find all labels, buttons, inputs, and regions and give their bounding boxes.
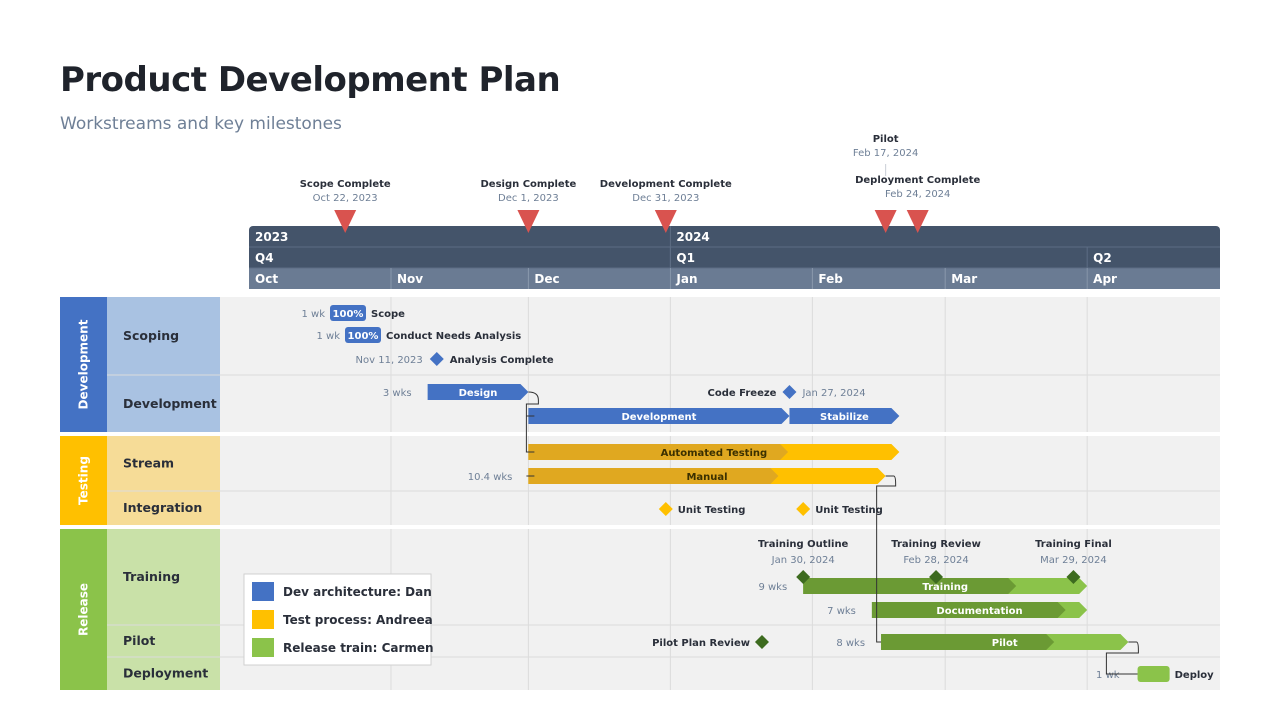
task-label: Automated Testing <box>661 448 768 459</box>
header-milestone-date: Feb 17, 2024 <box>853 148 918 159</box>
legend-swatch <box>252 582 274 601</box>
task-label: Stabilize <box>820 412 869 423</box>
group-label: Testing <box>77 456 91 505</box>
row-label: Training <box>123 569 180 584</box>
milestone-label: Training Review <box>891 539 981 550</box>
milestone-label: Training Final <box>1035 539 1112 550</box>
month-label: Apr <box>1093 272 1117 286</box>
task-label: Design <box>459 388 498 399</box>
month-label: Feb <box>818 272 843 286</box>
header-milestone-date: Dec 31, 2023 <box>632 193 699 204</box>
duration-label: 8 wks <box>836 638 865 649</box>
task-label: Development <box>621 412 696 423</box>
group-label: Release <box>77 583 91 636</box>
row-label: Pilot <box>123 633 155 648</box>
year-label: 2024 <box>676 230 709 244</box>
header-milestone-date: Oct 22, 2023 <box>313 193 378 204</box>
milestone-label: Training Outline <box>758 539 849 550</box>
group-label: Development <box>77 319 91 409</box>
row-label: Integration <box>123 500 202 515</box>
legend-swatch <box>252 638 274 657</box>
duration-label: 3 wks <box>383 388 412 399</box>
month-label: Oct <box>255 272 278 286</box>
header-milestone-label: Development Complete <box>600 179 732 190</box>
header-milestone-label: Design Complete <box>481 179 577 190</box>
legend-label: Release train: Carmen <box>283 641 434 655</box>
quarter-label: Q1 <box>676 251 695 265</box>
legend-label: Dev architecture: Dan <box>283 585 432 599</box>
legend-swatch <box>252 610 274 629</box>
header-milestone-label: Scope Complete <box>300 179 391 190</box>
milestone-label: Pilot Plan Review <box>652 638 750 649</box>
milestone-date: Jan 30, 2024 <box>771 555 835 566</box>
milestone-label: Code Freeze <box>708 388 777 399</box>
header-milestone-date: Feb 24, 2024 <box>885 189 950 200</box>
percent-label: 100% <box>333 309 364 320</box>
duration-label: 10.4 wks <box>468 472 513 483</box>
task-label: Pilot <box>992 638 1018 649</box>
row-label: Scoping <box>123 328 179 343</box>
header-milestone-label: Pilot <box>873 134 899 145</box>
quarter-label: Q2 <box>1093 251 1112 265</box>
month-label: Nov <box>397 272 423 286</box>
year-label: 2023 <box>255 230 288 244</box>
task-label: Documentation <box>936 606 1022 617</box>
duration-label: 1 wk <box>301 309 325 320</box>
milestone-date: Feb 28, 2024 <box>903 555 968 566</box>
quarter-label: Q4 <box>255 251 274 265</box>
milestone-date: Jan 27, 2024 <box>801 388 865 399</box>
task-label: Deploy <box>1175 670 1215 681</box>
month-label: Mar <box>951 272 977 286</box>
milestone-label: Unit Testing <box>815 505 883 516</box>
row-label: Development <box>123 396 217 411</box>
header-milestone-date: Dec 1, 2023 <box>498 193 559 204</box>
duration-label: 7 wks <box>827 606 856 617</box>
task-progress <box>881 634 1055 650</box>
header-milestone-label: Deployment Complete <box>855 175 980 186</box>
milestone-label: Unit Testing <box>678 505 746 516</box>
task-label: Conduct Needs Analysis <box>386 331 521 342</box>
month-label: Jan <box>675 272 697 286</box>
duration-label: 1 wk <box>316 331 340 342</box>
milestone-date: Nov 11, 2023 <box>356 355 423 366</box>
row-label: Deployment <box>123 666 208 681</box>
month-band <box>249 268 1220 289</box>
row-label: Stream <box>123 456 174 471</box>
gantt-chart: 2023 2024 Q4 Q1 Q2 Oct Nov Dec Jan Feb Mar Apr Scope… <box>60 134 1220 690</box>
task-progress <box>803 578 1017 594</box>
month-label: Dec <box>534 272 559 286</box>
task-progress <box>528 468 779 484</box>
milestone-label: Analysis Complete <box>450 355 554 366</box>
duration-label: 1 wk <box>1096 670 1120 681</box>
task-label: Manual <box>686 472 727 483</box>
task-label: Training <box>922 582 968 593</box>
task-bar <box>1137 666 1170 682</box>
percent-label: 100% <box>348 331 379 342</box>
duration-label: 9 wks <box>758 582 787 593</box>
legend-label: Test process: Andreea <box>283 613 433 627</box>
task-label: Scope <box>371 309 405 320</box>
milestone-date: Mar 29, 2024 <box>1040 555 1107 566</box>
